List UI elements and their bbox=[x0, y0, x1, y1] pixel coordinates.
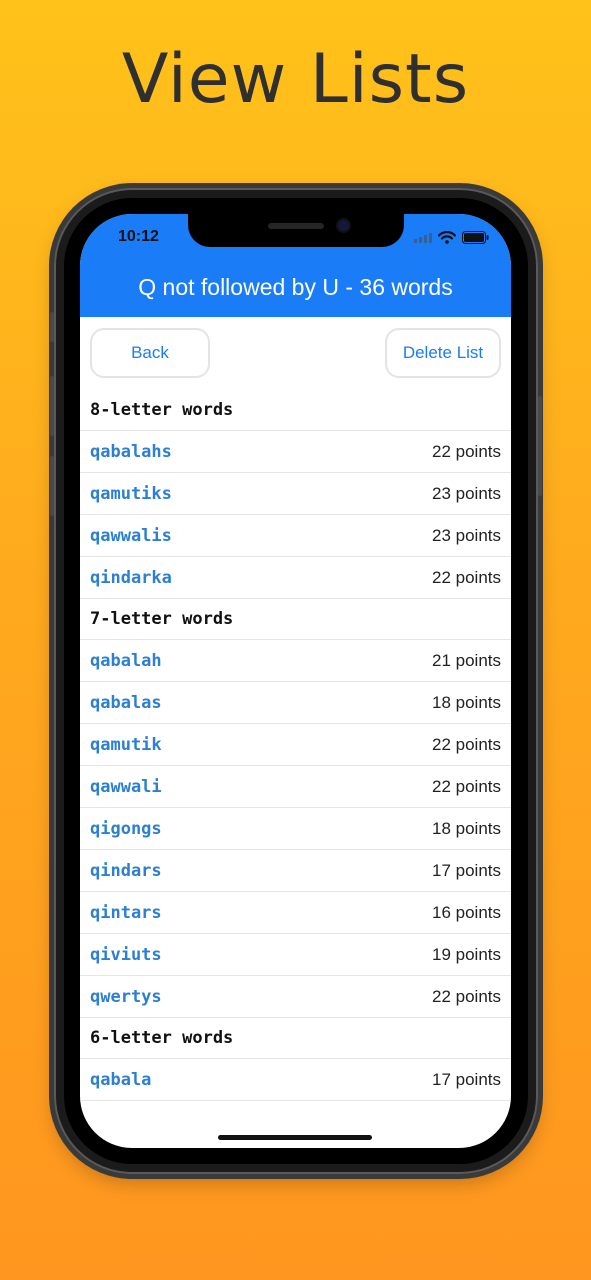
word-points: 22 points bbox=[432, 776, 501, 796]
word-points: 18 points bbox=[432, 692, 501, 712]
word-link[interactable]: qwertys bbox=[90, 987, 162, 1007]
back-button[interactable]: Back bbox=[90, 328, 210, 378]
mute-switch bbox=[50, 312, 54, 342]
app-screen: 10:12 Q not followed by U - 36 words Bac… bbox=[80, 214, 511, 1148]
list-item[interactable]: qabalahs 22 points bbox=[80, 431, 511, 473]
list-item[interactable]: qamutik 22 points bbox=[80, 724, 511, 766]
list-item[interactable]: qabalah 21 points bbox=[80, 640, 511, 682]
status-time: 10:12 bbox=[118, 228, 159, 245]
word-link[interactable]: qawwali bbox=[90, 777, 162, 797]
section-header-8-letter: 8-letter words bbox=[80, 390, 511, 431]
word-link[interactable]: qamutiks bbox=[90, 484, 172, 504]
list-item[interactable]: qindars 17 points bbox=[80, 850, 511, 892]
promo-title: View Lists bbox=[121, 40, 470, 119]
section-header-6-letter: 6-letter words bbox=[80, 1018, 511, 1059]
word-points: 19 points bbox=[432, 944, 501, 964]
list-item[interactable]: qindarka 22 points bbox=[80, 557, 511, 599]
word-link[interactable]: qawwalis bbox=[90, 526, 172, 546]
word-points: 22 points bbox=[432, 986, 501, 1006]
list-item[interactable]: qamutiks 23 points bbox=[80, 473, 511, 515]
list-item[interactable]: qiviuts 19 points bbox=[80, 934, 511, 976]
word-points: 22 points bbox=[432, 734, 501, 754]
word-points: 22 points bbox=[432, 441, 501, 461]
word-points: 22 points bbox=[432, 567, 501, 587]
word-points: 17 points bbox=[432, 1069, 501, 1089]
word-points: 16 points bbox=[432, 902, 501, 922]
word-link[interactable]: qabalas bbox=[90, 693, 162, 713]
volume-down-button bbox=[50, 456, 54, 516]
notch bbox=[188, 214, 404, 247]
speaker-grille bbox=[268, 223, 324, 229]
section-header-7-letter: 7-letter words bbox=[80, 599, 511, 640]
list-title: Q not followed by U - 36 words bbox=[138, 274, 453, 300]
power-button bbox=[538, 396, 542, 496]
action-button-row: Back Delete List bbox=[90, 328, 501, 380]
word-link[interactable]: qigongs bbox=[90, 819, 162, 839]
wifi-icon bbox=[438, 231, 456, 244]
volume-up-button bbox=[50, 376, 54, 436]
home-indicator[interactable] bbox=[218, 1135, 372, 1140]
word-points: 23 points bbox=[432, 525, 501, 545]
word-points: 17 points bbox=[432, 860, 501, 880]
word-link[interactable]: qamutik bbox=[90, 735, 162, 755]
word-link[interactable]: qindarka bbox=[90, 568, 172, 588]
list-item[interactable]: qwertys 22 points bbox=[80, 976, 511, 1018]
list-item[interactable]: qawwalis 23 points bbox=[80, 515, 511, 557]
list-item[interactable]: qintars 16 points bbox=[80, 892, 511, 934]
app-header: 10:12 Q not followed by U - 36 words bbox=[80, 214, 511, 317]
word-link[interactable]: qiviuts bbox=[90, 945, 162, 965]
list-item[interactable]: qabalas 18 points bbox=[80, 682, 511, 724]
word-link[interactable]: qindars bbox=[90, 861, 162, 881]
word-list: 8-letter words qabalahs 22 points qamuti… bbox=[80, 390, 511, 1101]
list-item[interactable]: qawwali 22 points bbox=[80, 766, 511, 808]
signal-icon bbox=[414, 232, 432, 243]
word-points: 18 points bbox=[432, 818, 501, 838]
word-link[interactable]: qabalahs bbox=[90, 442, 172, 462]
battery-icon bbox=[462, 231, 489, 244]
status-icons bbox=[414, 231, 489, 244]
delete-list-button[interactable]: Delete List bbox=[385, 328, 501, 378]
front-camera bbox=[338, 220, 349, 231]
word-link[interactable]: qintars bbox=[90, 903, 162, 923]
word-points: 21 points bbox=[432, 650, 501, 670]
word-link[interactable]: qabalah bbox=[90, 651, 162, 671]
list-item[interactable]: qabala 17 points bbox=[80, 1059, 511, 1101]
word-link[interactable]: qabala bbox=[90, 1070, 151, 1090]
list-item[interactable]: qigongs 18 points bbox=[80, 808, 511, 850]
word-points: 23 points bbox=[432, 483, 501, 503]
